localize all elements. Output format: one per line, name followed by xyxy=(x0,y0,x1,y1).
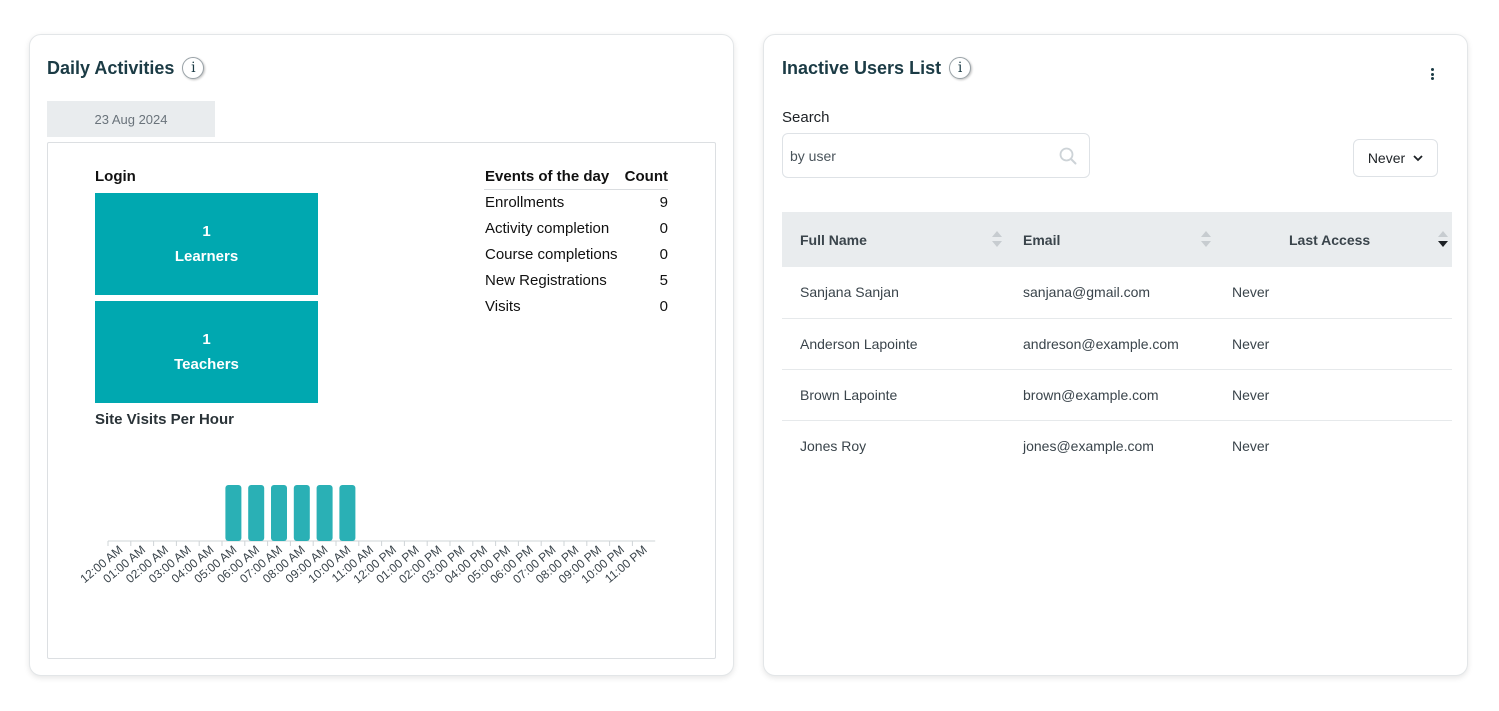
event-count: 0 xyxy=(659,246,668,263)
info-icon[interactable]: i xyxy=(949,57,972,79)
table-row: Brown Lapointe brown@example.com Never xyxy=(782,369,1452,421)
chart-bar[interactable] xyxy=(248,485,265,541)
event-count: 0 xyxy=(659,220,668,237)
user-email: jones@example.com xyxy=(1023,437,1154,454)
event-row: Visits 0 xyxy=(484,294,668,320)
column-header-last-access[interactable]: Last Access xyxy=(1214,212,1452,267)
learners-stat: 1 Learners xyxy=(95,193,318,295)
site-visits-chart: 12:00 AM01:00 AM02:00 AM03:00 AM04:00 AM… xyxy=(77,485,656,586)
daily-activities-title: Daily Activities i xyxy=(47,57,205,79)
teachers-stat: 1 Teachers xyxy=(95,301,318,403)
sort-icon xyxy=(992,231,1002,247)
sort-desc-icon xyxy=(1438,231,1448,247)
teachers-count: 1 xyxy=(202,331,211,348)
last-access-filter[interactable]: Never xyxy=(1353,139,1438,177)
chart-bar[interactable] xyxy=(339,485,356,541)
table-row: Jones Roy jones@example.com Never xyxy=(782,420,1452,471)
daily-activities-card: Daily Activities i 23 Aug 2024 Login 1 L… xyxy=(29,34,734,676)
event-count: 0 xyxy=(659,298,668,315)
learners-count: 1 xyxy=(202,223,211,240)
event-name: Activity completion xyxy=(485,220,610,237)
chevron-down-icon xyxy=(1413,154,1423,161)
chart-bar[interactable] xyxy=(316,485,333,541)
event-row: Course completions 0 xyxy=(484,242,668,268)
event-count: 5 xyxy=(659,272,668,289)
user-email: andreson@example.com xyxy=(1005,318,1214,370)
user-email: sanjana@gmail.com xyxy=(1005,267,1214,319)
user-last-access: Never xyxy=(1214,267,1452,319)
chart-bar[interactable] xyxy=(271,485,287,541)
daily-activities-title-text: Daily Activities xyxy=(47,57,175,78)
event-row: Activity completion 0 xyxy=(484,216,668,242)
events-table: Events of the day Count Enrollments 9 Ac… xyxy=(484,168,668,320)
user-full-name: Brown Lapointe xyxy=(782,369,1005,421)
user-full-name: Anderson Lapointe xyxy=(782,318,1005,370)
teachers-label: Teachers xyxy=(174,356,239,373)
user-last-access: Never xyxy=(1214,369,1452,421)
user-last-access: Never xyxy=(1214,318,1452,370)
filter-value: Never xyxy=(1367,150,1406,166)
more-options-icon[interactable] xyxy=(1430,68,1434,80)
events-header: Events of the day xyxy=(484,168,623,190)
table-row: Sanjana Sanjan sanjana@gmail.com Never xyxy=(782,267,1452,319)
user-last-access: Never xyxy=(1232,437,1270,454)
event-count: 9 xyxy=(659,194,668,212)
column-header-full-name[interactable]: Full Name xyxy=(782,212,1005,267)
search-input[interactable] xyxy=(783,134,1043,177)
user-full-name: Sanjana Sanjan xyxy=(782,267,1005,319)
daily-activities-panel: Login 1 Learners 1 Teachers Events of th… xyxy=(47,142,716,659)
learners-label: Learners xyxy=(174,248,239,265)
user-full-name: Jones Roy xyxy=(800,437,867,454)
user-email: brown@example.com xyxy=(1005,369,1214,421)
inactive-users-card: Inactive Users List i Search Never Full … xyxy=(763,34,1468,676)
table-row: Anderson Lapointe andreson@example.com N… xyxy=(782,318,1452,370)
inactive-users-title-text: Inactive Users List xyxy=(782,57,942,78)
event-row: Enrollments 9 xyxy=(484,190,668,216)
column-header-email[interactable]: Email xyxy=(1005,212,1214,267)
chart-bar[interactable] xyxy=(293,485,310,541)
search-field xyxy=(782,133,1090,178)
inactive-users-title: Inactive Users List i xyxy=(782,57,972,79)
event-name: Visits xyxy=(485,298,521,315)
login-label: Login xyxy=(95,168,136,185)
count-header: Count xyxy=(622,168,668,190)
table-header-row: Full Name Email Last Access xyxy=(782,212,1452,267)
site-visits-label: Site Visits Per Hour xyxy=(95,411,234,428)
info-icon[interactable]: i xyxy=(182,57,205,79)
event-row: New Registrations 5 xyxy=(484,268,668,294)
chart-bar[interactable] xyxy=(225,485,242,541)
search-icon[interactable] xyxy=(1059,147,1077,165)
event-name: Enrollments xyxy=(485,194,565,212)
sort-icon xyxy=(1201,231,1211,247)
inactive-users-table: Full Name Email Last Access Sanjana Sanj… xyxy=(782,212,1452,471)
event-name: Course completions xyxy=(485,246,618,263)
date-selector[interactable]: 23 Aug 2024 xyxy=(47,101,215,137)
search-label: Search xyxy=(782,109,830,126)
event-name: New Registrations xyxy=(485,272,607,289)
